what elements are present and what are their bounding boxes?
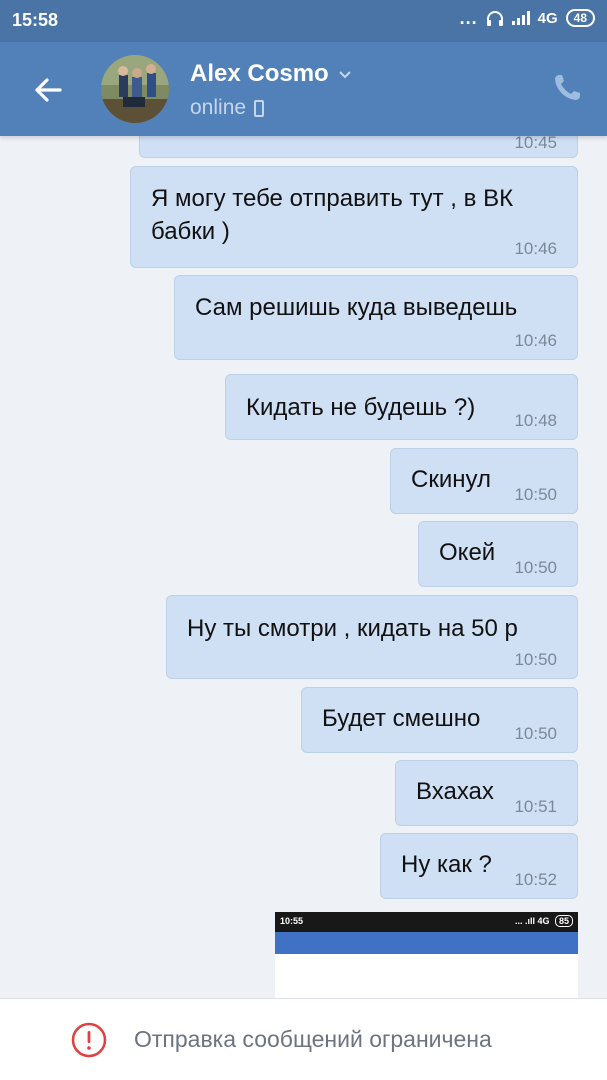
attachment-network: 4G bbox=[537, 916, 550, 926]
message-time: 10:52 bbox=[514, 870, 557, 889]
status-icons: ... 4G 48 bbox=[460, 9, 595, 27]
message-text: Ну ты смотри , кидать на 50 р bbox=[187, 615, 518, 642]
message-text: Скинул bbox=[411, 466, 491, 493]
message-text: Сам решишь куда выведешь bbox=[195, 294, 518, 321]
message-text: Будет смешно bbox=[322, 705, 481, 732]
message-time: 10:50 bbox=[514, 485, 557, 504]
message-bubble[interactable]: 10:45 bbox=[139, 136, 578, 158]
message-list[interactable]: 10:45 Я могу тебе отправить тут , в ВК б… bbox=[0, 136, 607, 998]
phone-icon[interactable] bbox=[551, 72, 583, 104]
message-text: Кидать не будешь ?) bbox=[246, 394, 476, 421]
message-bubble[interactable]: Ну как ? 10:52 bbox=[380, 833, 578, 899]
battery-icon: 48 bbox=[565, 9, 595, 27]
presence-row: online bbox=[190, 96, 265, 120]
mobile-device-icon bbox=[254, 99, 265, 117]
attachment-signal-icon: ... .ıll bbox=[514, 916, 538, 926]
signal-icon bbox=[511, 11, 530, 25]
contact-name: Alex Cosmo bbox=[190, 60, 329, 87]
headphones-icon bbox=[486, 11, 503, 26]
message-time: 10:51 bbox=[514, 797, 557, 816]
message-bubble[interactable]: Будет смешно 10:50 bbox=[301, 687, 578, 753]
message-time: 10:50 bbox=[514, 650, 557, 669]
image-attachment[interactable]: 10:55 ... .ıll 4G 85 bbox=[275, 912, 578, 998]
network-type: 4G bbox=[537, 9, 558, 27]
message-bubble[interactable]: Вхахах 10:51 bbox=[395, 760, 578, 826]
chat-header: Alex Cosmo online bbox=[0, 42, 607, 136]
contact-name-row[interactable]: Alex Cosmo bbox=[190, 60, 353, 88]
message-time: 10:50 bbox=[514, 724, 557, 743]
chevron-down-icon bbox=[338, 71, 351, 79]
message-bubble[interactable]: Скинул 10:50 bbox=[390, 448, 578, 514]
message-bubble[interactable]: Сам решишь куда выведешь 10:46 bbox=[174, 275, 578, 360]
composer-restricted-bar: Отправка сообщений ограничена bbox=[0, 998, 607, 1080]
arrow-left-icon[interactable] bbox=[28, 70, 68, 110]
exclamation-circle-icon bbox=[71, 1022, 107, 1058]
restriction-message: Отправка сообщений ограничена bbox=[134, 1026, 492, 1052]
attachment-battery-icon: 85 bbox=[554, 915, 573, 927]
message-time: 10:46 bbox=[514, 331, 557, 350]
presence-status: online bbox=[190, 96, 247, 119]
avatar[interactable] bbox=[101, 55, 169, 123]
message-bubble[interactable]: Ну ты смотри , кидать на 50 р 10:50 bbox=[166, 595, 578, 679]
message-bubble[interactable]: Кидать не будешь ?) 10:48 bbox=[225, 374, 578, 440]
message-bubble[interactable]: Я могу тебе отправить тут , в ВК бабки )… bbox=[130, 166, 578, 268]
attachment-status-icons: ... .ıll 4G 85 bbox=[514, 915, 573, 927]
attachment-status-bar: 10:55 ... .ıll 4G 85 bbox=[275, 912, 578, 932]
message-text: Окей bbox=[439, 539, 496, 566]
message-text: Я могу тебе отправить тут , в ВК бабки ) bbox=[151, 185, 514, 245]
message-time: 10:46 bbox=[514, 239, 557, 258]
message-time: 10:50 bbox=[514, 558, 557, 577]
more-notifications-icon: ... bbox=[459, 8, 478, 28]
attachment-time: 10:55 bbox=[280, 916, 304, 926]
message-time: 10:45 bbox=[514, 136, 557, 152]
attachment-app-bar bbox=[275, 932, 578, 954]
message-text: Ну как ? bbox=[401, 851, 492, 878]
status-bar: 15:58 ... 4G 48 bbox=[0, 0, 607, 42]
message-time: 10:48 bbox=[514, 411, 557, 430]
clock: 15:58 bbox=[12, 10, 59, 30]
message-text: Вхахах bbox=[416, 778, 494, 805]
message-bubble[interactable]: Окей 10:50 bbox=[418, 521, 578, 587]
